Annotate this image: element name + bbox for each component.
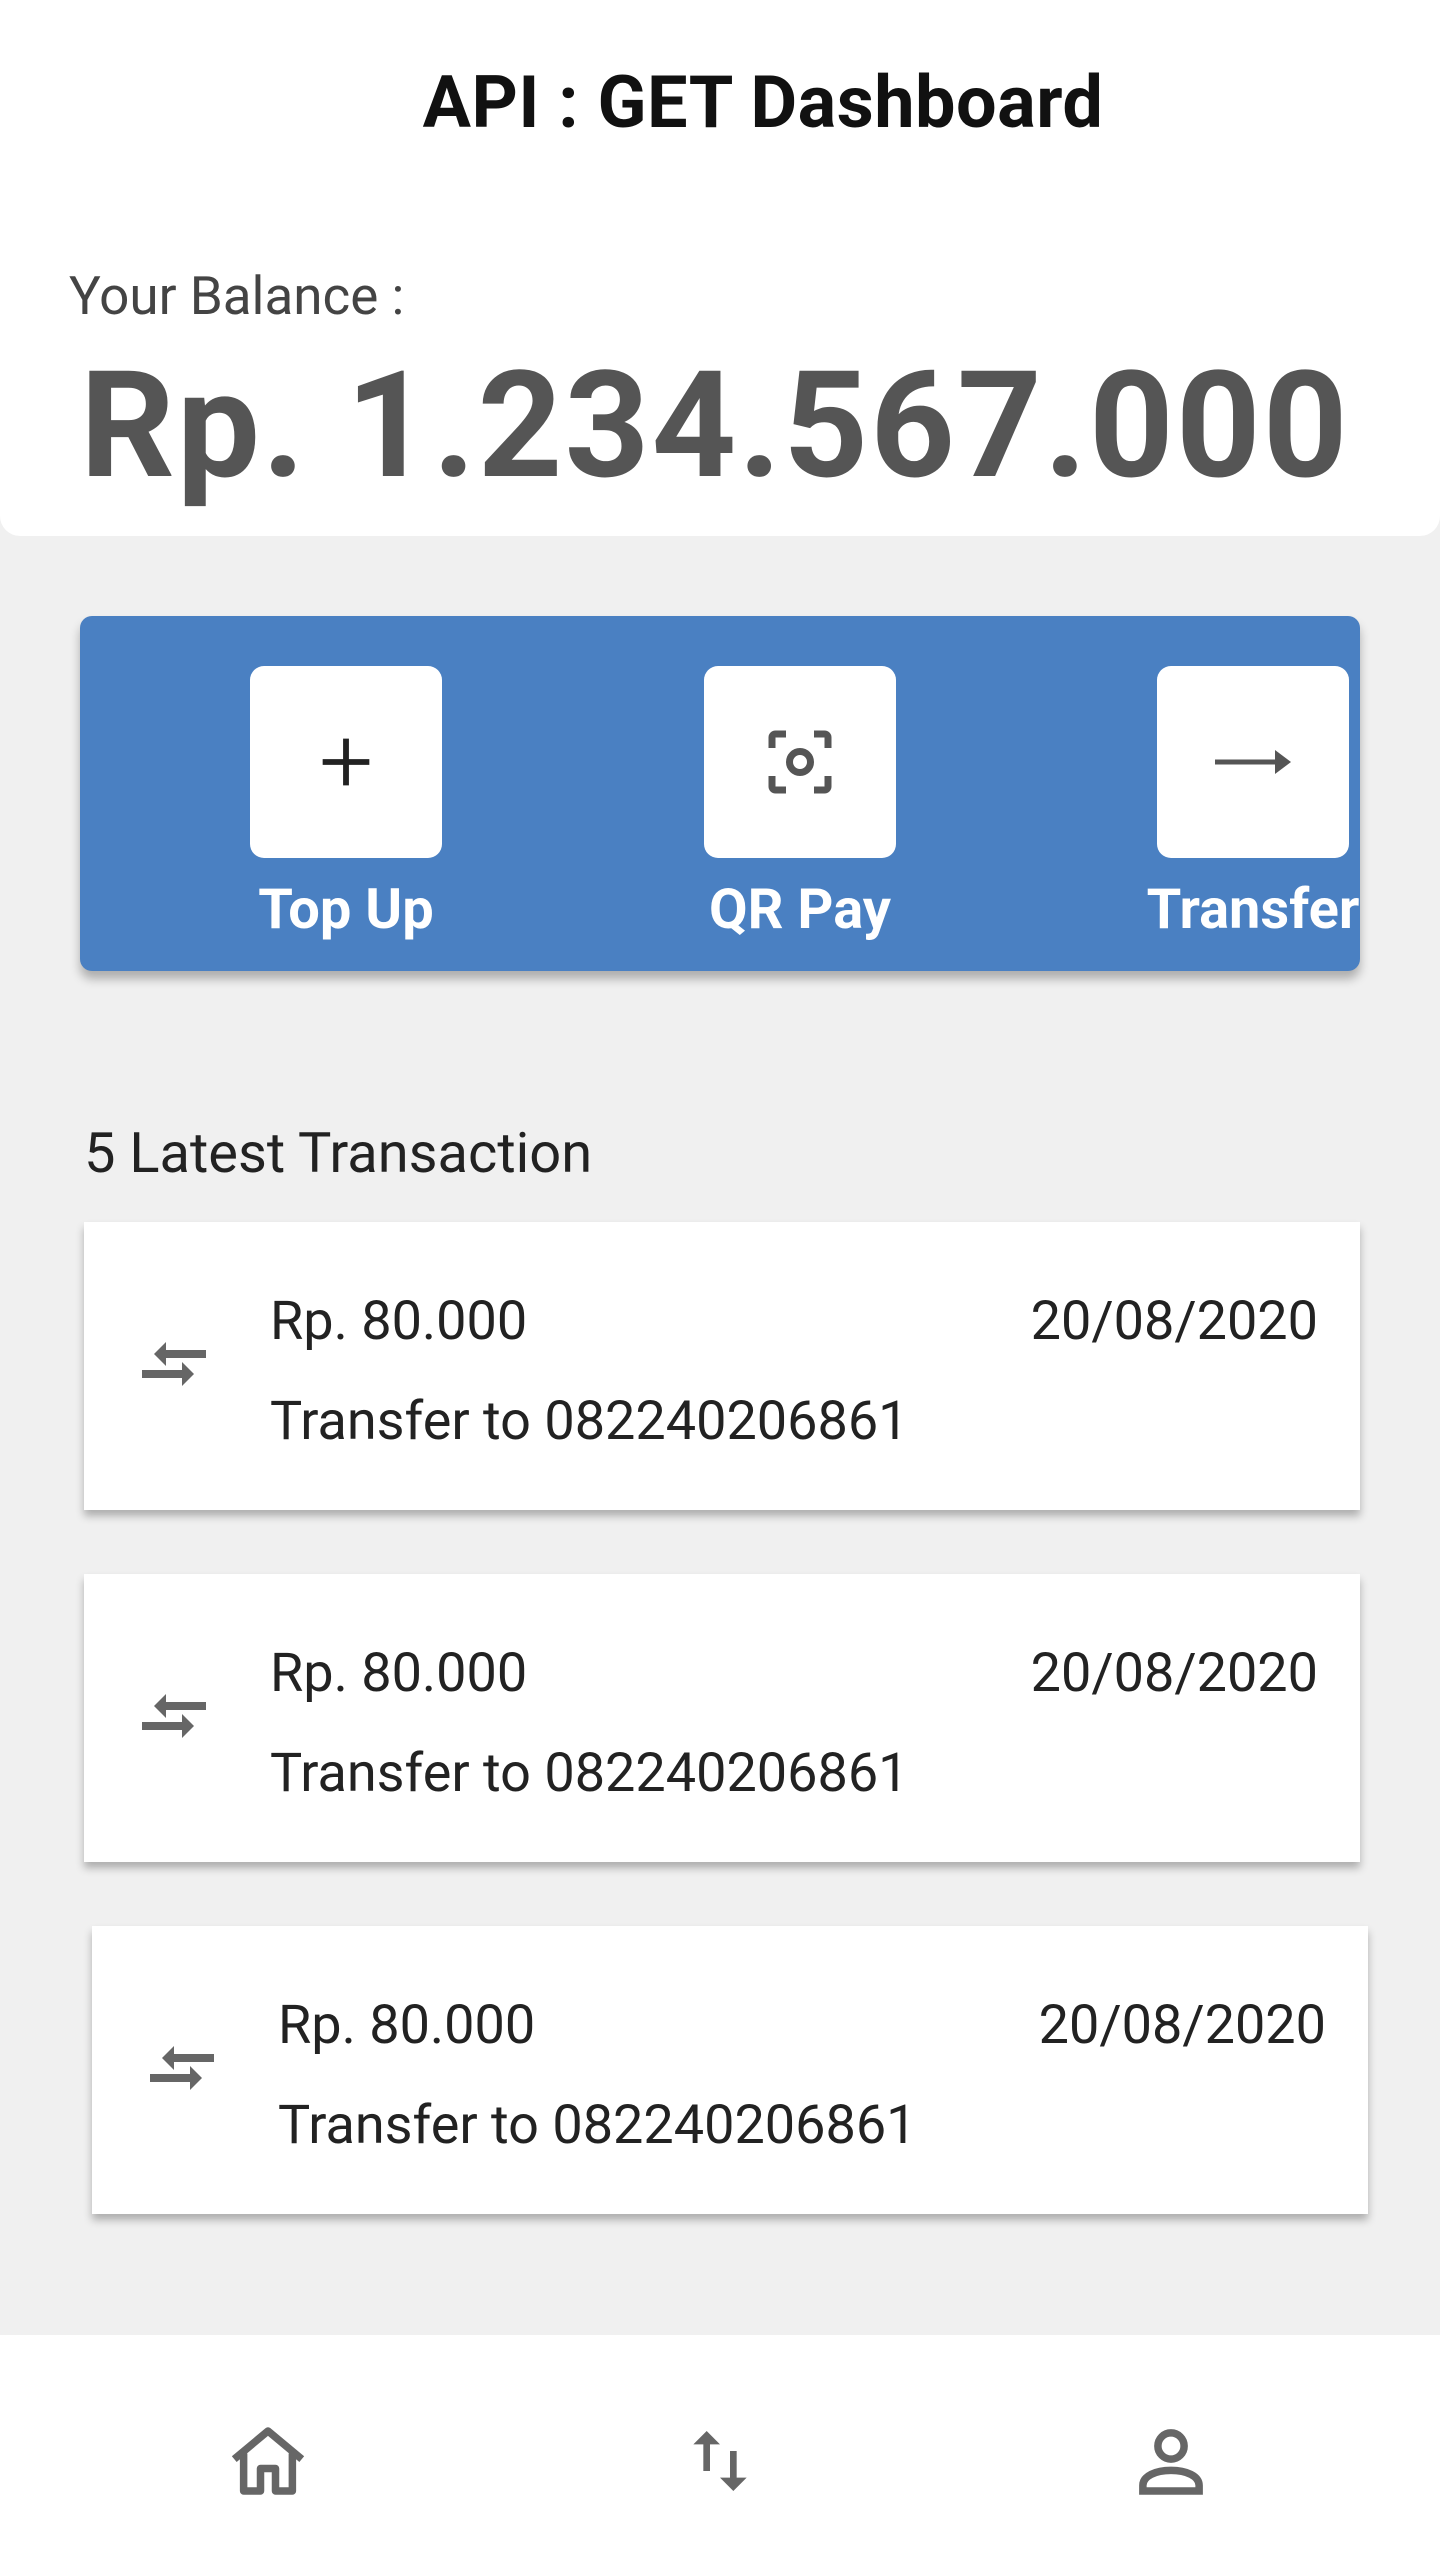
transaction-description: Transfer to 082240206861 xyxy=(270,1390,909,1453)
qr-pay-label: QR Pay xyxy=(709,876,891,942)
transfer-arrows-icon xyxy=(142,1342,206,1386)
transaction-date: 20/08/2020 xyxy=(1038,1994,1326,2057)
transaction-date: 20/08/2020 xyxy=(1030,1642,1318,1705)
balance-label: Your Balance : xyxy=(69,265,405,327)
plus-icon xyxy=(322,738,370,786)
transfer-label: Transfer xyxy=(1146,876,1360,942)
top-up-button[interactable]: Top Up xyxy=(226,666,466,942)
home-icon xyxy=(231,2427,305,2495)
quick-actions-panel: Top Up QR Pay Transfer xyxy=(80,616,1360,971)
latest-transactions-heading: 5 Latest Transaction xyxy=(84,1120,593,1186)
nav-home[interactable] xyxy=(208,2401,328,2521)
nav-transactions[interactable] xyxy=(660,2401,780,2521)
transaction-card[interactable]: Rp. 80.000 Transfer to 082240206861 20/0… xyxy=(92,1926,1368,2214)
app-root: API : GET Dashboard Your Balance : Rp. 1… xyxy=(0,0,1440,2560)
top-up-tile[interactable] xyxy=(250,666,442,858)
top-up-label: Top Up xyxy=(258,876,434,942)
nav-profile[interactable] xyxy=(1111,2401,1231,2521)
transaction-description: Transfer to 082240206861 xyxy=(270,1742,909,1805)
arrow-right-icon xyxy=(1215,750,1291,774)
profile-icon xyxy=(1139,2429,1203,2495)
transaction-description: Transfer to 082240206861 xyxy=(278,2094,917,2157)
transfer-arrows-icon xyxy=(150,2046,214,2090)
transaction-amount: Rp. 80.000 xyxy=(278,1994,536,2057)
qr-scan-icon xyxy=(768,730,832,794)
transfer-button[interactable]: Transfer xyxy=(1133,666,1373,942)
balance-header-card: API : GET Dashboard Your Balance : Rp. 1… xyxy=(0,0,1440,536)
transaction-card[interactable]: Rp. 80.000 Transfer to 082240206861 20/0… xyxy=(84,1574,1360,1862)
qr-pay-button[interactable]: QR Pay xyxy=(680,666,920,942)
swap-vertical-icon xyxy=(693,2431,747,2491)
transfer-tile[interactable] xyxy=(1157,666,1349,858)
balance-value: Rp. 1.234.567.000 xyxy=(80,340,1350,513)
transfer-arrows-icon xyxy=(142,1694,206,1738)
qr-pay-tile[interactable] xyxy=(704,666,896,858)
transaction-amount: Rp. 80.000 xyxy=(270,1642,528,1705)
transaction-amount: Rp. 80.000 xyxy=(270,1290,528,1353)
bottom-navigation-bar xyxy=(0,2335,1440,2560)
transaction-card[interactable]: Rp. 80.000 Transfer to 082240206861 20/0… xyxy=(84,1222,1360,1510)
page-title: API : GET Dashboard xyxy=(422,60,1104,145)
transaction-date: 20/08/2020 xyxy=(1030,1290,1318,1353)
